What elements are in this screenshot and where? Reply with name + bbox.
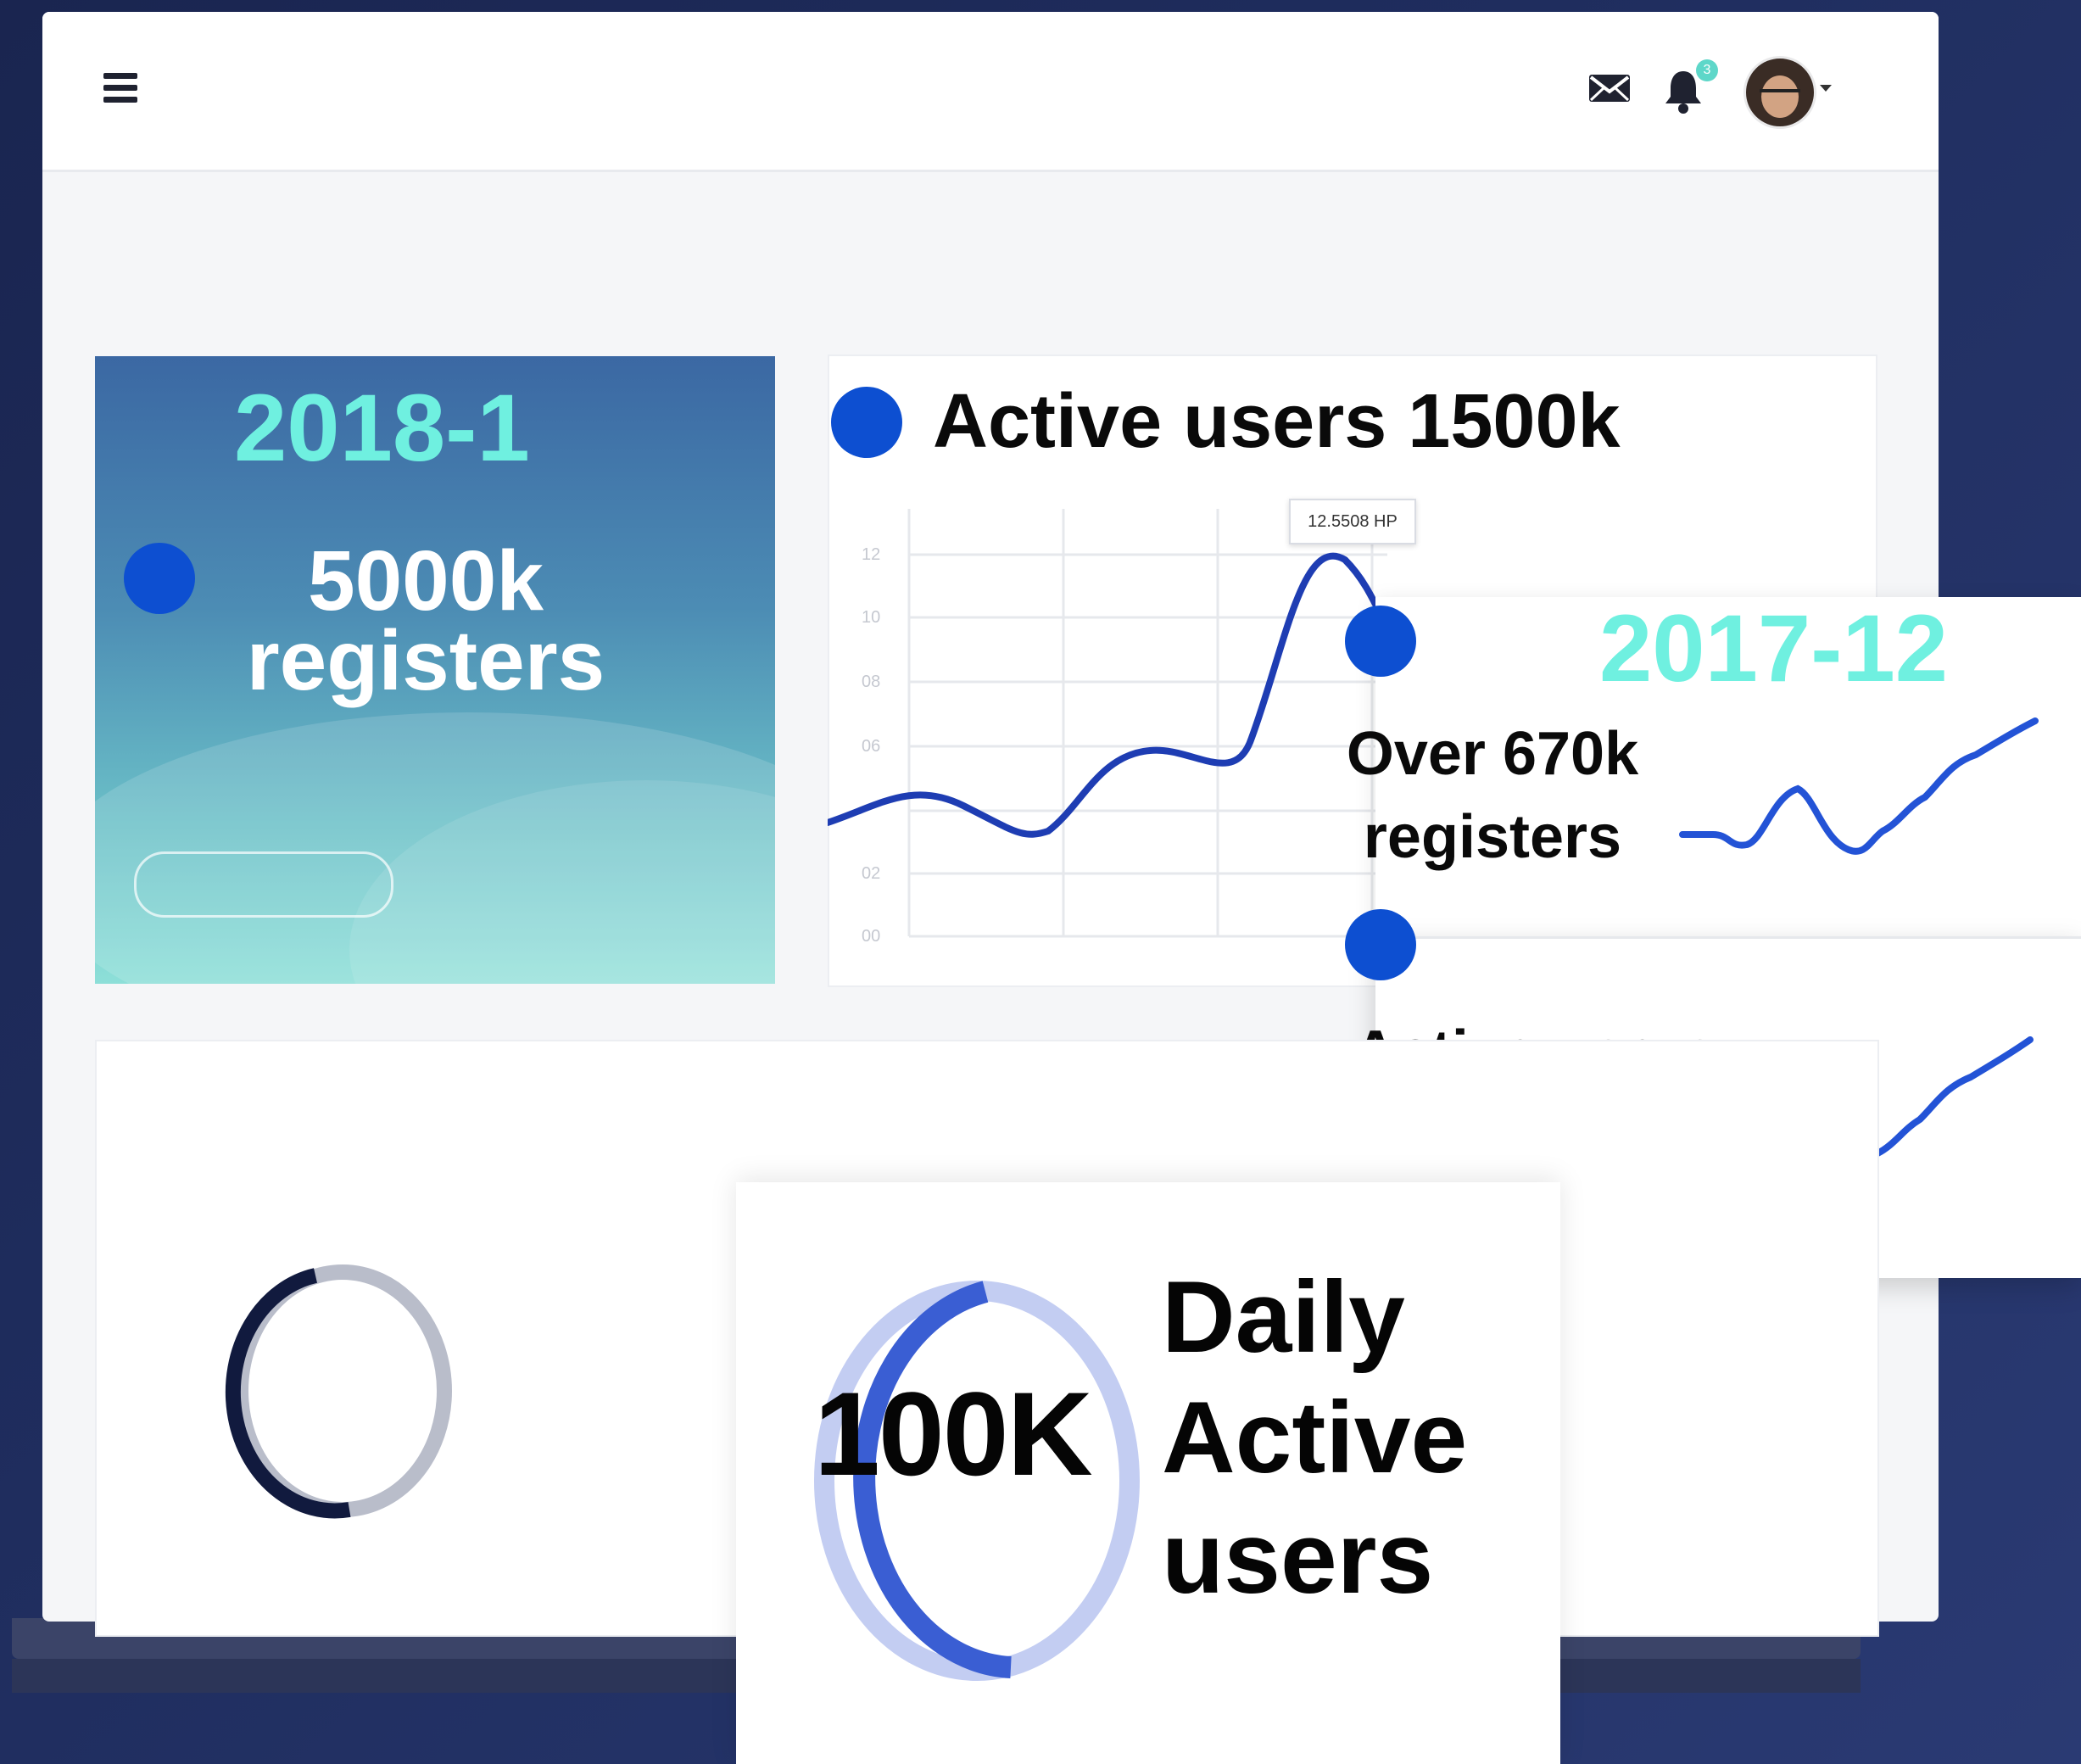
mail-icon[interactable] xyxy=(1587,71,1632,105)
side-date: 2017-12 xyxy=(1599,595,1949,701)
hero-date: 2018-1 xyxy=(234,375,530,481)
label-line: Daily xyxy=(1162,1260,1405,1374)
series-line xyxy=(828,552,1387,838)
registers-sparkline xyxy=(1679,717,2039,855)
y-tick-label: 06 xyxy=(862,737,880,756)
y-tick-label: 12 xyxy=(862,545,880,564)
top-navbar: 3 xyxy=(42,12,1939,172)
hero-label: registers xyxy=(246,613,605,708)
y-tick-label: 10 xyxy=(862,608,880,627)
y-tick-label: 00 xyxy=(862,927,880,946)
y-tick-label: 08 xyxy=(862,673,880,691)
bullet-dot xyxy=(1345,909,1416,980)
notification-badge: 3 xyxy=(1696,59,1718,81)
small-donut-chart xyxy=(225,1264,452,1519)
y-tick-label: 02 xyxy=(862,864,880,883)
hero-value: 5000k xyxy=(307,533,544,628)
label-line: users xyxy=(1162,1501,1434,1615)
chevron-down-icon[interactable] xyxy=(1820,85,1832,92)
hamburger-icon[interactable] xyxy=(103,73,137,105)
dau-label: Daily Active users xyxy=(1162,1257,1467,1618)
bullet-dot xyxy=(1345,606,1416,677)
label-line: Active xyxy=(1162,1381,1468,1494)
chart-tooltip: 12.5508 HP xyxy=(1289,499,1416,544)
chart-title: Active users 1500k xyxy=(933,379,1621,464)
dau-value: 100K xyxy=(814,1367,1093,1500)
bullet-dot xyxy=(831,387,902,458)
hero-pill-button[interactable] xyxy=(134,851,393,918)
active-users-line-chart: 12 10 08 06 02 00 xyxy=(828,509,1387,946)
y-tick-labels: 12 10 08 06 02 00 xyxy=(862,545,880,946)
registers-stat: Over 670k registers xyxy=(1306,712,1679,879)
avatar[interactable] xyxy=(1743,56,1816,129)
stat-line: Over 670k xyxy=(1346,720,1639,788)
registers-hero-card: 2018-1 5000k registers xyxy=(95,356,775,984)
hero-stat: 5000k registers xyxy=(171,533,680,708)
stat-line: registers xyxy=(1363,803,1622,871)
